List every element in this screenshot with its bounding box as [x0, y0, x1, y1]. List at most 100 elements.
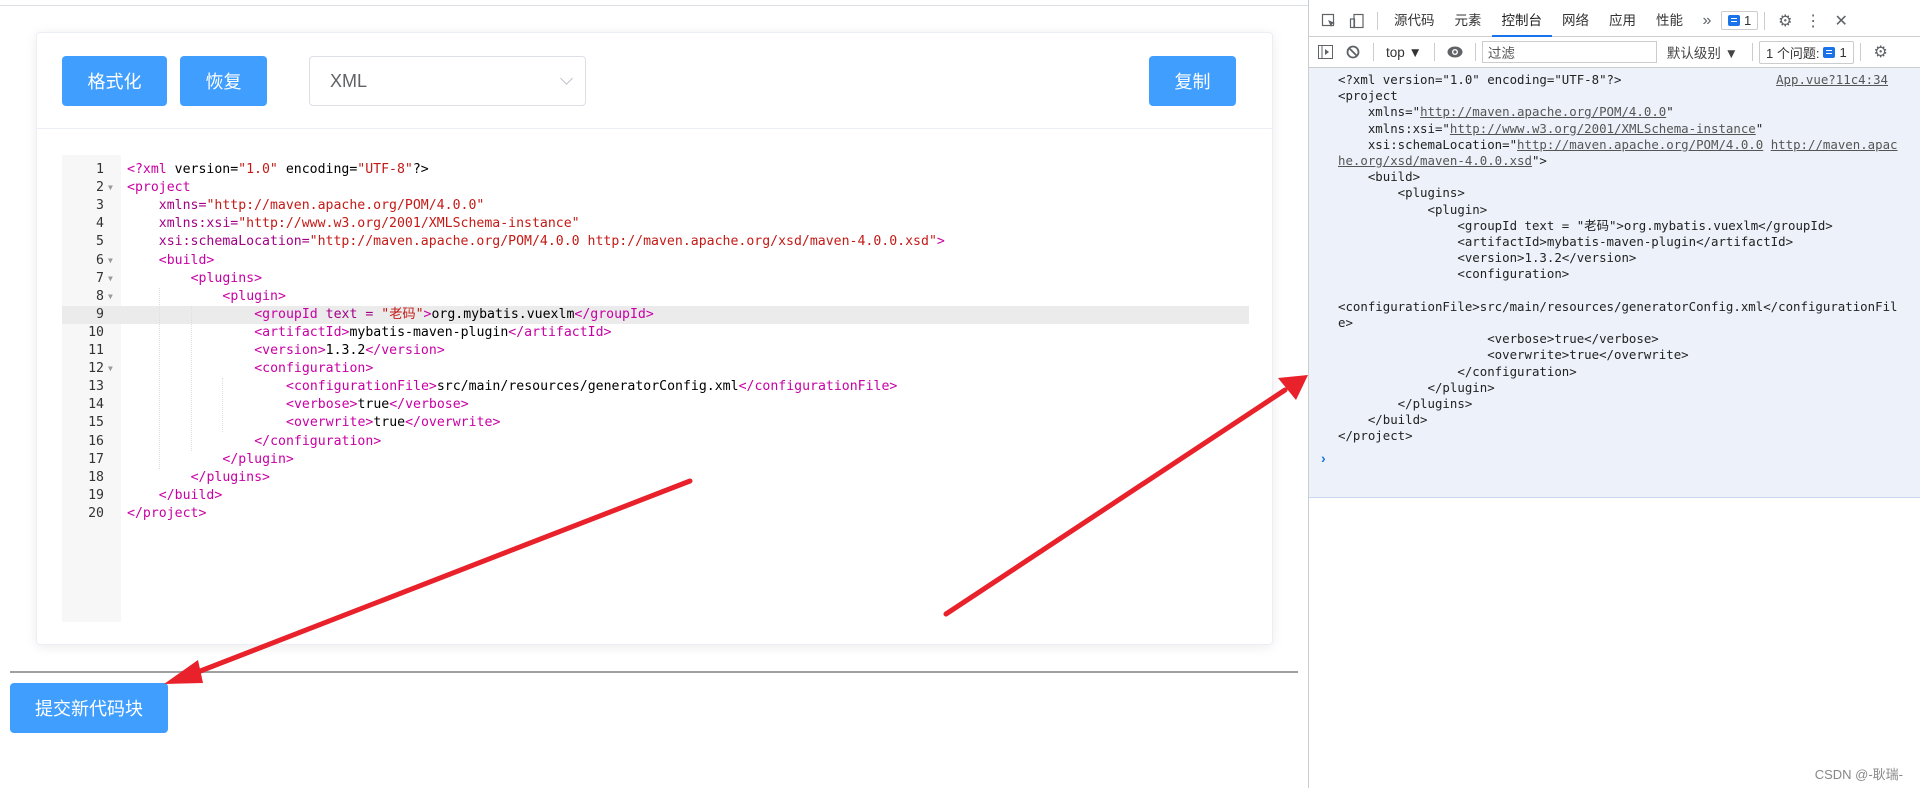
separator [1433, 43, 1435, 61]
code-editor-card: 格式化 恢复 XML 复制 1 <?xml version="1.0" encod… [36, 32, 1273, 645]
console-line: <groupId text = "老码">org.mybatis.vuexlm<… [1338, 217, 1833, 233]
console-prompt[interactable]: › [1321, 450, 1326, 466]
console-line: <artifactId>mybatis-maven-plugin</artifa… [1338, 234, 1794, 250]
console-line: <version>1.3.2</version> [1338, 250, 1637, 266]
code-line[interactable]: 9 <groupId text = "老码">org.mybatis.vuexlm… [62, 305, 1249, 324]
line-number: 1 [96, 162, 104, 177]
code-text: <groupId text = "老码">org.mybatis.vuexlm<… [254, 306, 654, 322]
console-settings-gear-icon[interactable]: ⚙ [1867, 38, 1895, 66]
console-line: </configuration> [1338, 363, 1577, 379]
line-number: 12 [88, 361, 104, 377]
devtools-tab[interactable]: 元素 [1445, 5, 1492, 37]
fold-toggle-icon[interactable]: ▼ [108, 360, 113, 378]
line-number: 17 [88, 451, 104, 467]
code-line[interactable]: 8 ▼ <plugin> [62, 288, 1249, 306]
console-url-link[interactable]: http://maven.apac [1771, 137, 1898, 152]
clear-console-icon[interactable] [1339, 38, 1367, 66]
code-line[interactable]: 13 <configurationFile>src/main/resources/… [62, 378, 1249, 396]
console-line: he.org/xsd/maven-4.0.0.xsd"> [1338, 153, 1547, 169]
close-icon[interactable]: ✕ [1827, 7, 1855, 35]
submit-new-code-block-button[interactable]: 提交新代码块 [10, 683, 168, 733]
code-text: <version>1.3.2</version> [254, 343, 445, 358]
code-line[interactable]: 18 </plugins> [62, 469, 1249, 487]
issue-flag-icon [1728, 15, 1740, 26]
console-url-link[interactable]: http://maven.apache.org/POM/4.0.0 [1420, 104, 1666, 119]
code-text: <project [127, 180, 191, 196]
devtools-tabs: 源代码 元素 控制台 网络 应用 性能 [1384, 5, 1693, 37]
code-line[interactable]: 14 <verbose>true</verbose> [62, 396, 1249, 414]
source-link[interactable]: App.vue?11c4:34 [1776, 72, 1888, 87]
code-text: xmlns="http://maven.apache.org/POM/4.0.0… [158, 198, 485, 214]
filter-input[interactable]: 过滤 [1481, 41, 1657, 63]
context-select[interactable]: top ▼ [1380, 45, 1428, 60]
fold-toggle-icon[interactable]: ▼ [108, 270, 113, 288]
console-line: xsi:schemaLocation="http://maven.apache.… [1338, 136, 1898, 152]
console-url-link[interactable]: he.org/xsd/maven-4.0.0.xsd [1338, 153, 1532, 168]
code-line[interactable]: 19 </build> [62, 487, 1249, 505]
console-url-link[interactable]: http://www.w3.org/2001/XMLSchema-instanc… [1450, 121, 1756, 136]
code-text: <build> [158, 252, 215, 268]
code-line[interactable]: 1 <?xml version="1.0" encoding="UTF-8"?> [62, 161, 1249, 179]
more-tabs-icon[interactable]: » [1693, 7, 1721, 35]
code-line[interactable]: 16 </configuration> [62, 433, 1249, 451]
code-line[interactable]: 4 xmlns:xsi="http://www.w3.org/2001/XMLSc… [62, 215, 1249, 233]
settings-gear-icon[interactable]: ⚙ [1771, 7, 1799, 35]
fold-toggle-icon[interactable]: ▼ [108, 179, 113, 197]
code-line[interactable]: 5 xsi:schemaLocation="http://maven.apache… [62, 233, 1249, 251]
separator [1859, 43, 1861, 61]
code-line[interactable]: 10 <artifactId>mybatis-maven-plugin</arti… [62, 324, 1249, 342]
log-level-select[interactable]: 默认级别 ▼ [1657, 42, 1746, 62]
console-line: xmlns:xsi="http://www.w3.org/2001/XMLSch… [1338, 120, 1764, 136]
devtools-tab[interactable]: 源代码 [1384, 5, 1445, 37]
line-number: 16 [88, 433, 104, 449]
console-line: <project [1338, 88, 1398, 104]
code-text: <configurationFile>src/main/resources/ge… [286, 379, 898, 395]
console-line: <verbose>true</verbose> [1338, 331, 1659, 347]
line-number: 8 [96, 288, 104, 304]
console-line: <build> [1338, 169, 1421, 185]
indent-guide [190, 305, 192, 451]
format-button[interactable]: 格式化 [62, 56, 167, 106]
copy-button[interactable]: 复制 [1149, 56, 1236, 106]
sidebar-toggle-icon[interactable] [1311, 38, 1339, 66]
code-line[interactable]: 15 <overwrite>true</overwrite> [62, 414, 1249, 432]
restore-button[interactable]: 恢复 [180, 56, 267, 106]
code-line[interactable]: 17 </plugin> [62, 451, 1249, 469]
line-number: 9 [96, 306, 104, 322]
console-line: <overwrite>true</overwrite> [1338, 347, 1689, 363]
console-url-link[interactable]: http://maven.apache.org/POM/4.0.0 [1517, 137, 1763, 152]
code-line[interactable]: 20 </project> [62, 505, 1249, 523]
separator [1752, 43, 1754, 61]
inspect-element-icon[interactable] [1315, 7, 1343, 35]
code-line[interactable]: 12 ▼ <configuration> [62, 360, 1249, 378]
line-number: 7 [96, 270, 104, 286]
horizontal-divider [10, 671, 1298, 673]
code-line[interactable]: 11 <version>1.3.2</version> [62, 342, 1249, 360]
more-options-icon[interactable]: ⋮ [1799, 7, 1827, 35]
line-number: 19 [88, 487, 104, 503]
fold-toggle-icon[interactable]: ▼ [108, 288, 113, 306]
language-select[interactable]: XML [309, 56, 586, 106]
code-editor[interactable]: 1 <?xml version="1.0" encoding="UTF-8"?> 2… [62, 155, 1249, 622]
device-toolbar-icon[interactable] [1343, 7, 1371, 35]
devtools-tab[interactable]: 应用 [1599, 5, 1646, 37]
fold-toggle-icon[interactable]: ▼ [108, 252, 113, 270]
issues-label: 1 个问题: [1766, 45, 1820, 61]
line-number: 18 [88, 469, 104, 485]
live-expression-eye-icon[interactable] [1441, 38, 1469, 66]
chevron-down-icon [560, 72, 573, 85]
code-text: <overwrite>true</overwrite> [286, 415, 501, 431]
issues-button[interactable]: 1 个问题: 1 [1759, 40, 1854, 64]
code-line[interactable]: 6 ▼ <build> [62, 252, 1249, 270]
code-line[interactable]: 3 xmlns="http://maven.apache.org/POM/4.0.… [62, 197, 1249, 215]
code-line[interactable]: 2 ▼ <project [62, 179, 1249, 197]
devtools-tab[interactable]: 网络 [1552, 5, 1599, 37]
issues-count: 1 [1839, 44, 1847, 60]
code-text: <verbose>true</verbose> [286, 397, 469, 413]
devtools-tab[interactable]: 控制台 [1491, 5, 1552, 37]
devtools-tab[interactable]: 性能 [1646, 5, 1693, 37]
issues-badge-count: 1 [1744, 13, 1752, 28]
code-line[interactable]: 7 ▼ <plugins> [62, 270, 1249, 288]
issues-badge[interactable]: 1 [1721, 11, 1759, 30]
